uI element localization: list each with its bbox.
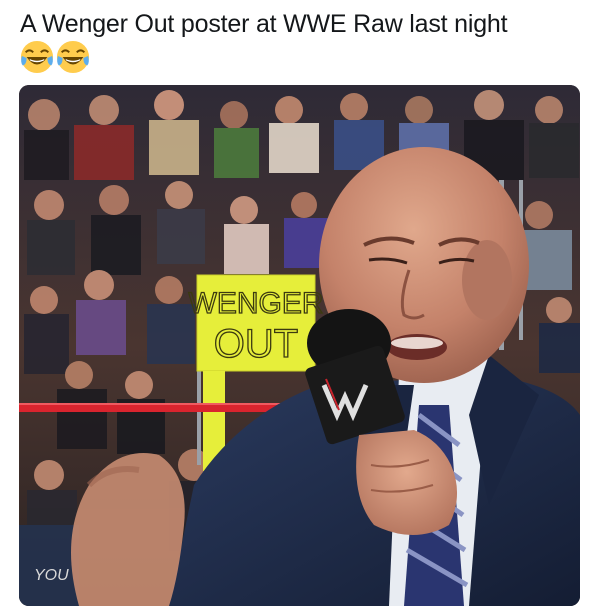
face-with-tears-of-joy-icon — [20, 40, 54, 74]
face-with-tears-of-joy-icon — [56, 40, 90, 74]
sign-text-line1: WENGER — [189, 287, 324, 320]
fan-shirt-text: YOU — [34, 567, 69, 584]
tweet-text: A Wenger Out poster at WWE Raw last nigh… — [20, 10, 508, 38]
photo-scene: WENGER OUT YOU — [19, 85, 580, 606]
tweet-photo[interactable]: WENGER OUT YOU — [19, 85, 580, 606]
emoji-row — [20, 40, 90, 74]
sign-text-line2: OUT — [214, 322, 298, 366]
